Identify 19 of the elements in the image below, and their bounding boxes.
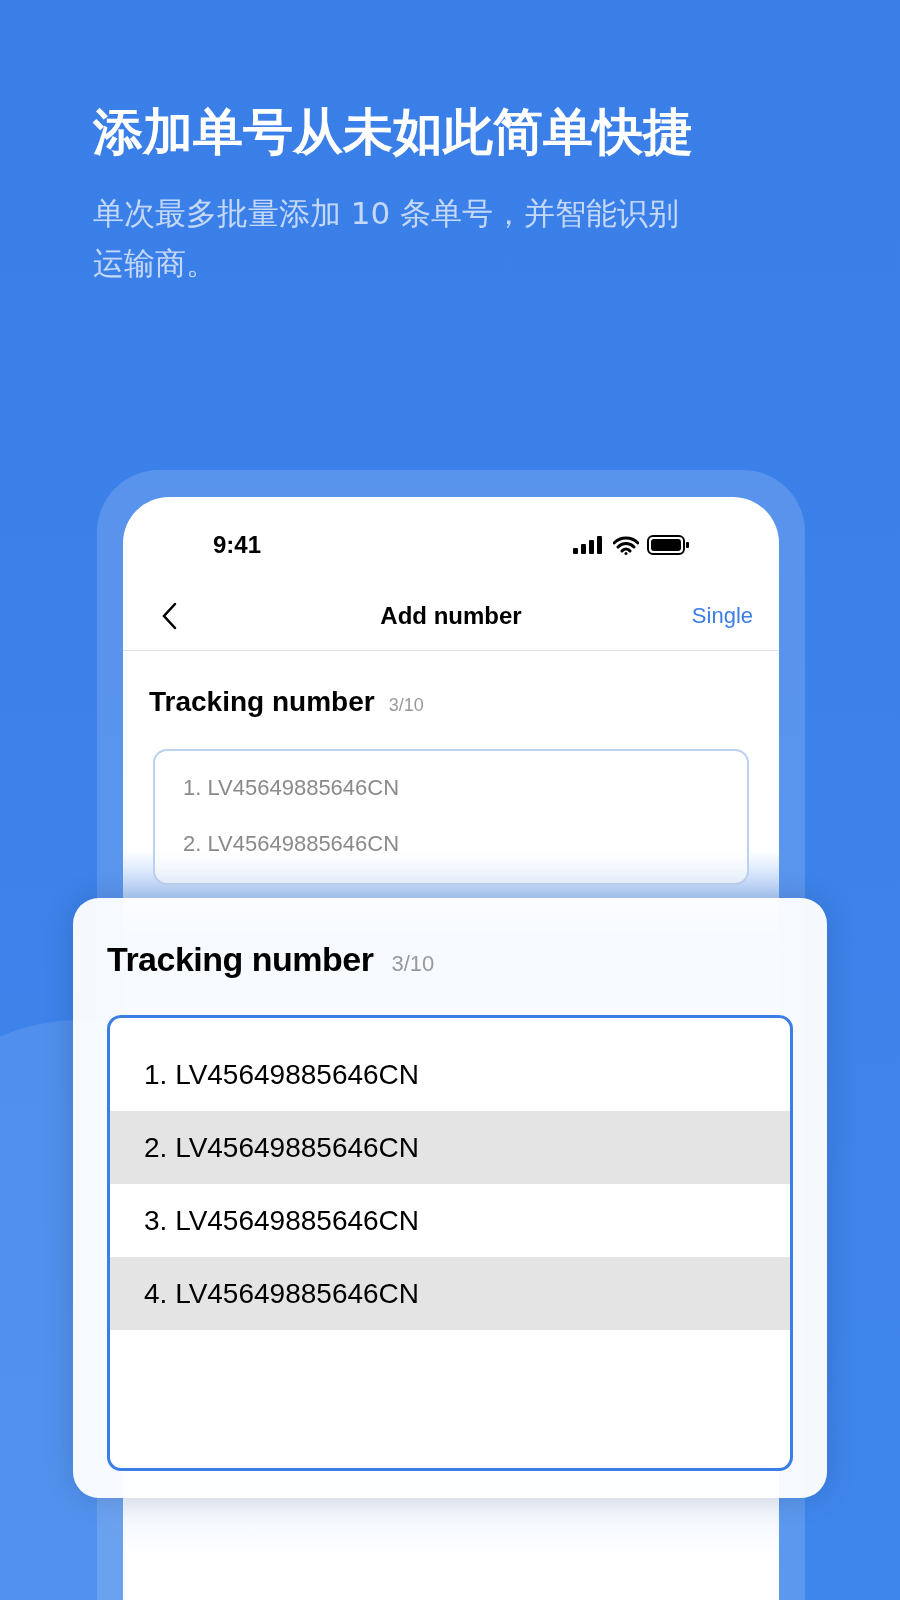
tracking-number-row: 4. LV45649885646CN (110, 1257, 790, 1330)
screen-title: Add number (380, 600, 522, 631)
tracking-field[interactable]: 1. LV45649885646CN 2. LV45649885646CN 3. LV45649885646CN 4. LV45649885646CN (107, 1015, 793, 1471)
status-time: 9:41 (213, 530, 262, 560)
tracking-field[interactable]: 1. LV45649885646CN 2. LV45649885646CN (153, 749, 749, 885)
back-icon[interactable] (161, 601, 177, 630)
wifi-icon (613, 535, 639, 555)
tracking-number: 1. LV45649885646CN (183, 775, 401, 801)
field-label: Tracking number (107, 939, 374, 980)
tracking-number-row: 2. LV45649885646CN (110, 1111, 790, 1184)
count-label: 3/10 (388, 694, 424, 717)
tracking-number: 2. LV45649885646CN (183, 831, 401, 857)
field-label: Tracking number (149, 685, 375, 719)
signal-icon (573, 536, 605, 554)
single-link[interactable]: Single (691, 599, 753, 632)
count-label: 3/10 (391, 950, 435, 978)
subheadline: 单次最多批量添加 10 条单号，并智能识别运输商。 (93, 194, 681, 283)
battery-icon (647, 535, 689, 555)
headline: 添加单号从未如此简单快捷 (93, 102, 694, 163)
